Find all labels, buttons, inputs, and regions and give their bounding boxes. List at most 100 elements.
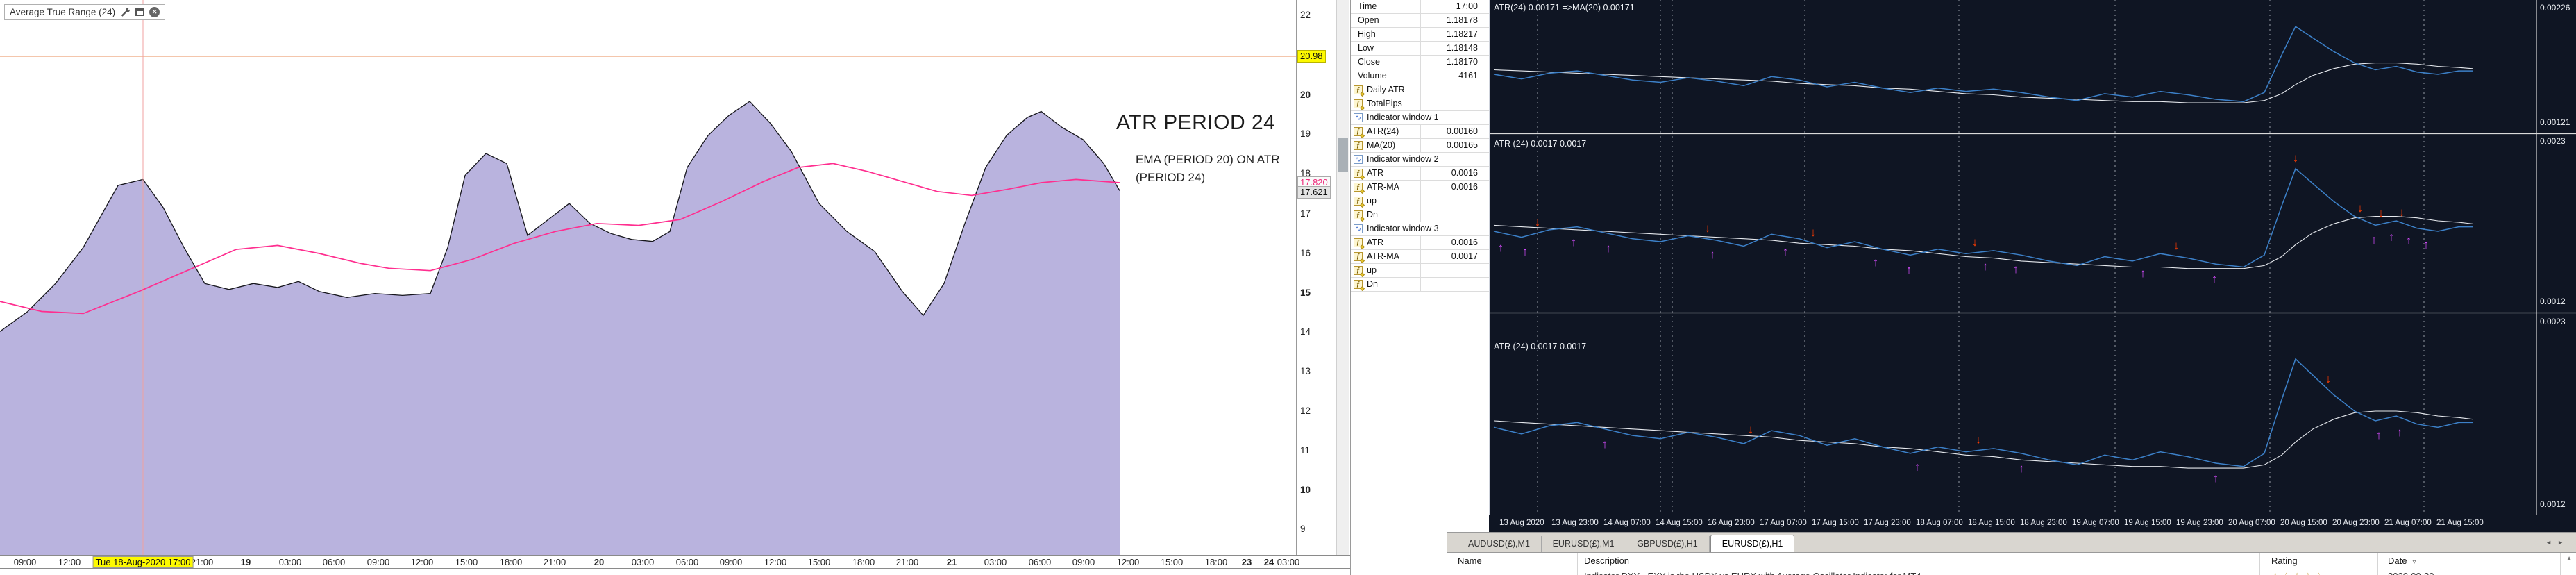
y-axis-label: 15 [1300,288,1311,298]
tab-nav: ◄► [2545,539,2569,546]
up-signal-arrow-icon: ↑ [1710,248,1716,261]
y-axis-label: 11 [1300,445,1311,456]
column-divider [1577,553,1578,575]
row-divider [1420,194,1421,208]
time-axis-label: 13 Aug 2020 [1499,519,1544,527]
up-signal-arrow-icon: ↑ [2423,238,2430,251]
data-window-row-label: ATR [1367,238,1384,247]
data-window-row-value: 0.00165 [1446,140,1478,150]
x-axis-label: 03:00 [984,557,1007,567]
scrollbar-thumb[interactable] [1338,138,1348,172]
y-axis-border [1296,0,1297,555]
x-axis-label: 09:00 [13,557,37,567]
time-axis-label: 17 Aug 15:00 [1812,519,1859,527]
x-axis-label: 12:00 [58,557,81,567]
data-window-row-value: 1.18170 [1446,57,1478,67]
chart-tab-gbpusd-h1[interactable]: GBPUSD(£),H1 [1626,536,1710,553]
x-axis-label: 21:00 [895,557,919,567]
atr-area-chart[interactable] [0,0,1350,555]
data-window-row: ƒ Daily ATR [1351,83,1489,97]
atr-ma-line [1493,410,2473,469]
data-window-row: ∿ Indicator window 2 [1351,153,1489,167]
row-divider [1420,236,1421,249]
down-signal-arrow-icon: ↓ [2293,151,2299,165]
up-signal-arrow-icon: ↑ [1873,256,1879,269]
mt4-indicator-chart[interactable]: ↑ ↑↑ ↑ ↑ ↑↑↑ ↑ ↑ ↑ ↑↑ ↑ ↑ ↑↓ ↓ ↓↓ ↓↓↓ ↓ ↓↑↑ ↑↑↑ ↑↓↓↓ [1490,0,2576,515]
close-icon[interactable]: ✕ [149,7,160,17]
x-axis-label: 12:00 [1116,557,1140,567]
column-divider [2259,553,2260,575]
chart-tab-eurusd-h1[interactable]: EURUSD(£),H1 [1710,535,1795,553]
x-axis-label: 06:00 [322,557,346,567]
row-divider [1420,167,1421,180]
data-window-row: ∿ Indicator window 1 [1351,111,1489,125]
y-axis-label: 22 [1300,10,1311,20]
vertical-scrollbar[interactable] [1336,0,1349,555]
atr-ma-line [1493,62,2473,103]
time-axis-label: 16 Aug 23:00 [1708,519,1755,527]
x-axis-label: 18:00 [1204,557,1228,567]
data-window-row-label: Indicator window 2 [1367,154,1439,164]
up-signal-arrow-icon: ↑ [1982,260,1989,273]
data-window-row: Volume 4161 [1351,69,1489,83]
down-signal-arrow-icon: ↓ [2325,372,2332,385]
x-axis-label: 03:00 [1277,557,1300,567]
up-signal-arrow-icon: ↑ [2213,472,2219,485]
up-signal-arrow-icon: ↑ [1606,242,1612,255]
time-axis-label: 18 Aug 23:00 [2020,519,2067,527]
data-window-row-value: 1.18148 [1446,43,1478,53]
chart-tab-eurusd-m1[interactable]: EURUSD(£),M1 [1542,536,1626,553]
data-window-row: ƒ up [1351,194,1489,208]
row-divider [1420,250,1421,263]
fx-function-icon: ƒ [1354,266,1365,278]
y-axis-label: 13 [1300,366,1311,376]
data-window-row: ƒ MA(20) 0.00165 [1351,139,1489,153]
row-divider [1420,83,1421,97]
data-window-row-value: 1.18178 [1446,15,1478,25]
x-axis-label: 18:00 [499,557,523,567]
chart-annotation-title: ATR PERIOD 24 [1116,111,1276,134]
time-axis-label: 20 Aug 07:00 [2228,519,2275,527]
tab-nav-right-icon[interactable]: ► [2557,539,2569,546]
y-axis-label: 17 [1300,208,1311,219]
time-axis-label: 18 Aug 15:00 [1968,519,2015,527]
row-divider [1420,42,1421,55]
up-signal-arrow-icon: ↑ [2019,462,2025,475]
data-window-row-value: 0.0016 [1451,182,1478,192]
up-signal-arrow-icon: ↑ [1602,438,1608,451]
time-axis-label: 19 Aug 07:00 [2072,519,2119,527]
row-divider [1420,14,1421,27]
y-axis-label: 16 [1300,248,1311,258]
time-axis-label: 14 Aug 15:00 [1656,519,1703,527]
x-axis-label: 09:00 [1072,557,1095,567]
x-axis-label: 19 [240,557,251,567]
window-icon[interactable] [135,8,145,16]
column-header-name[interactable]: Name [1458,556,1482,566]
up-signal-arrow-icon: ↑ [2371,233,2377,247]
panel3-scale-top: 0.0023 [2540,317,2566,326]
data-window-row: ƒ up [1351,264,1489,278]
fx-function-icon: ƒ [1354,99,1365,111]
column-header-date[interactable]: Date ▿ [2388,556,2416,566]
table-row-rating-stars: ☆☆☆☆☆ [2271,571,2325,575]
data-window-row: Open 1.18178 [1351,14,1489,28]
time-axis-label: 19 Aug 15:00 [2124,519,2171,527]
column-header-description[interactable]: Description [1584,556,1629,566]
tab-nav-left-icon[interactable]: ◄ [2545,539,2557,546]
wrench-icon[interactable] [120,7,131,17]
time-axis-label: 13 Aug 23:00 [1551,519,1599,527]
column-divider [2377,553,2378,575]
data-window-row-value: 0.00160 [1446,126,1478,136]
scroll-up-icon[interactable]: ▲ [2566,555,2573,562]
chart-tab-audusd-m1[interactable]: AUDUSD(£),M1 [1457,536,1542,553]
y-axis-label: 9 [1300,524,1306,534]
down-signal-arrow-icon: ↓ [2378,207,2384,220]
up-signal-arrow-icon: ↑ [1906,263,1912,276]
x-axis-label: 09:00 [719,557,743,567]
data-window-row: ∿ Indicator window 3 [1351,222,1489,236]
column-header-rating[interactable]: Rating [2271,556,2298,566]
up-signal-arrow-icon: ↑ [2013,262,2019,276]
time-axis-label: 17 Aug 23:00 [1864,519,1911,527]
x-axis-label: 21:00 [543,557,566,567]
table-row-description[interactable]: Indicator DXY - EXY is the USDX vs EURX … [1584,571,1921,575]
